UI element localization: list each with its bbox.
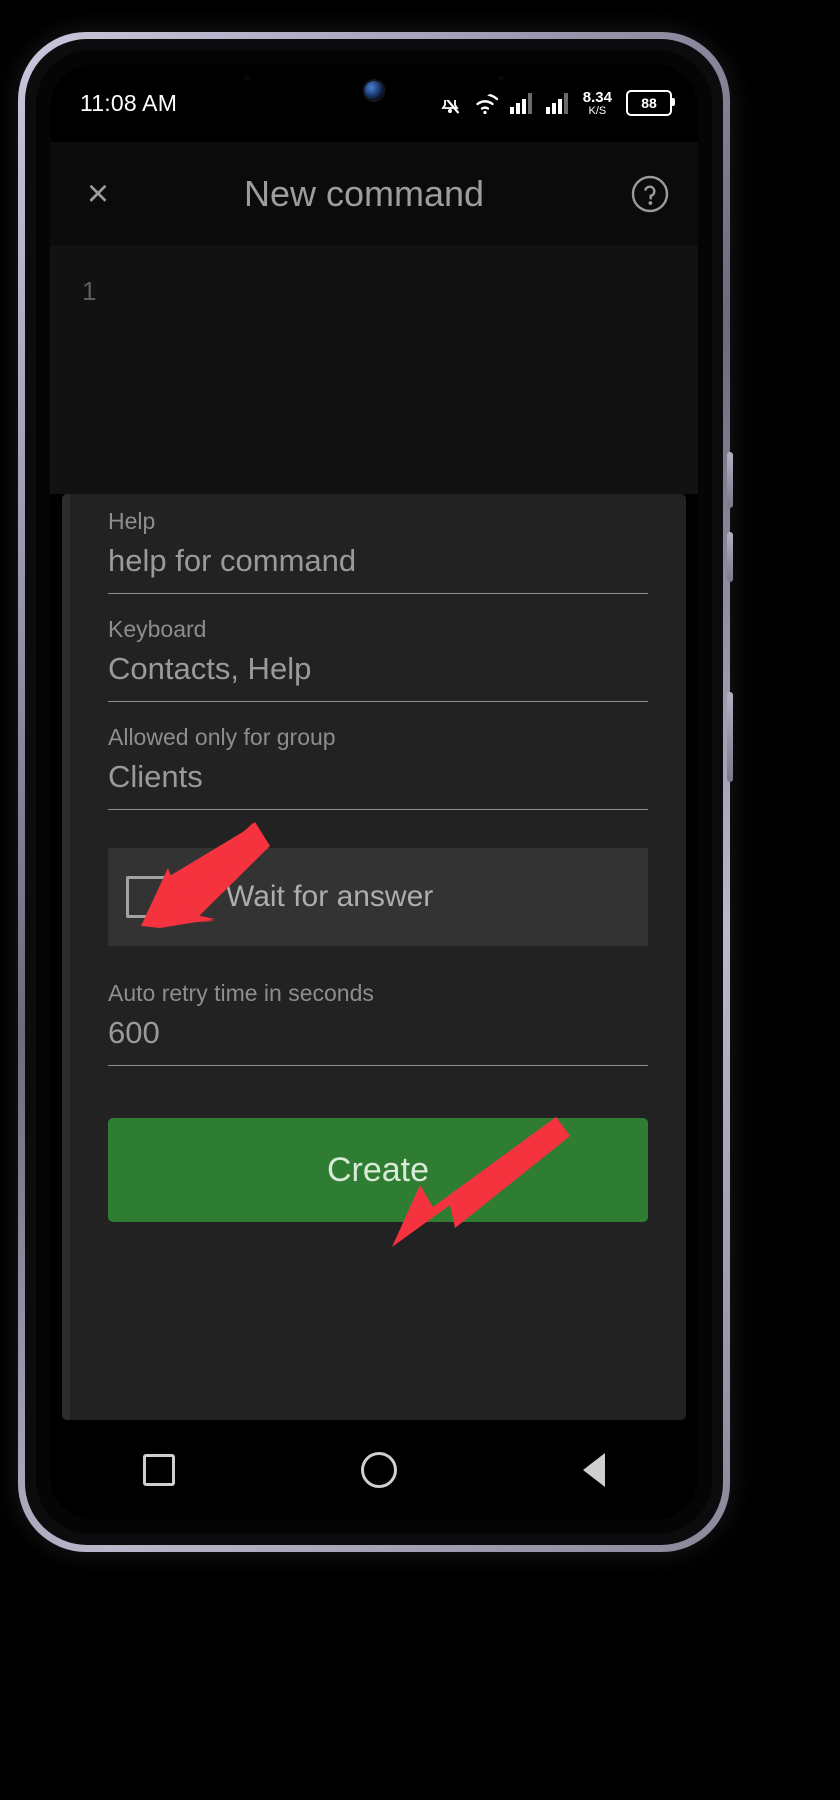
signal-sim2-icon xyxy=(545,91,571,115)
network-speed-value: 8.34 xyxy=(582,88,612,106)
field-allowed-group-label: Allowed only for group xyxy=(108,724,336,750)
field-keyboard-value: Contacts, Help xyxy=(108,651,312,686)
field-keyboard-label: Keyboard xyxy=(108,616,207,642)
field-help-value: help for command xyxy=(108,543,357,578)
field-help-label: Help xyxy=(108,508,156,534)
phone-screen: 11:08 AM 8.34 K/S 88 × New command 1 Hel… xyxy=(50,64,698,1520)
network-speed-unit: K/S xyxy=(588,104,607,117)
android-navigation-bar xyxy=(50,1420,698,1520)
volume-down-button[interactable] xyxy=(727,532,733,582)
field-auto-retry-underline xyxy=(108,1065,648,1066)
field-allowed-group[interactable]: Allowed only for group Clients xyxy=(70,724,686,810)
front-camera-icon xyxy=(364,81,384,100)
battery-icon: 88 xyxy=(626,90,675,116)
wait-for-answer-row[interactable]: Wait for answer xyxy=(108,848,648,946)
back-triangle-icon[interactable] xyxy=(583,1453,605,1487)
phone-bezel: 11:08 AM 8.34 K/S 88 × New command 1 Hel… xyxy=(36,50,712,1534)
wait-for-answer-checkbox[interactable] xyxy=(126,876,168,918)
field-help[interactable]: Help help for command xyxy=(70,508,686,594)
field-keyboard[interactable]: Keyboard Contacts, Help xyxy=(70,616,686,702)
field-allowed-group-value: Clients xyxy=(108,759,203,794)
field-allowed-group-underline xyxy=(108,809,648,810)
command-editor[interactable]: 1 xyxy=(50,246,698,494)
battery-percentage: 88 xyxy=(641,95,657,111)
field-auto-retry-label: Auto retry time in seconds xyxy=(108,980,374,1006)
screenshot-root: 11:08 AM 8.34 K/S 88 × New command 1 Hel… xyxy=(0,0,840,1800)
field-help-underline xyxy=(108,593,648,594)
volume-up-button[interactable] xyxy=(727,452,733,508)
phone-inner-frame: 11:08 AM 8.34 K/S 88 × New command 1 Hel… xyxy=(25,39,723,1545)
help-circle-icon[interactable] xyxy=(602,173,698,215)
home-circle-icon[interactable] xyxy=(361,1452,397,1488)
field-auto-retry-value: 600 xyxy=(108,1015,160,1050)
network-speed-indicator: 8.34 K/S xyxy=(583,90,612,117)
field-auto-retry[interactable]: Auto retry time in seconds 600 xyxy=(70,980,686,1066)
page-title: New command xyxy=(243,173,485,214)
power-button[interactable] xyxy=(727,692,733,782)
phone-device-frame: 11:08 AM 8.34 K/S 88 × New command 1 Hel… xyxy=(18,32,733,1552)
form-content: Help help for command Keyboard Contacts,… xyxy=(70,494,686,1420)
create-button[interactable]: Create xyxy=(108,1118,648,1222)
form-scrollbar[interactable] xyxy=(62,494,70,1420)
command-form-sheet: Help help for command Keyboard Contacts,… xyxy=(62,494,686,1420)
recents-square-icon[interactable] xyxy=(143,1454,175,1486)
status-bar-clock: 11:08 AM xyxy=(80,89,178,116)
app-header: × New command xyxy=(50,142,698,246)
signal-sim1-icon xyxy=(509,91,535,115)
field-keyboard-underline xyxy=(108,701,648,702)
wait-for-answer-label: Wait for answer xyxy=(226,880,434,913)
editor-line-number: 1 xyxy=(82,276,97,306)
